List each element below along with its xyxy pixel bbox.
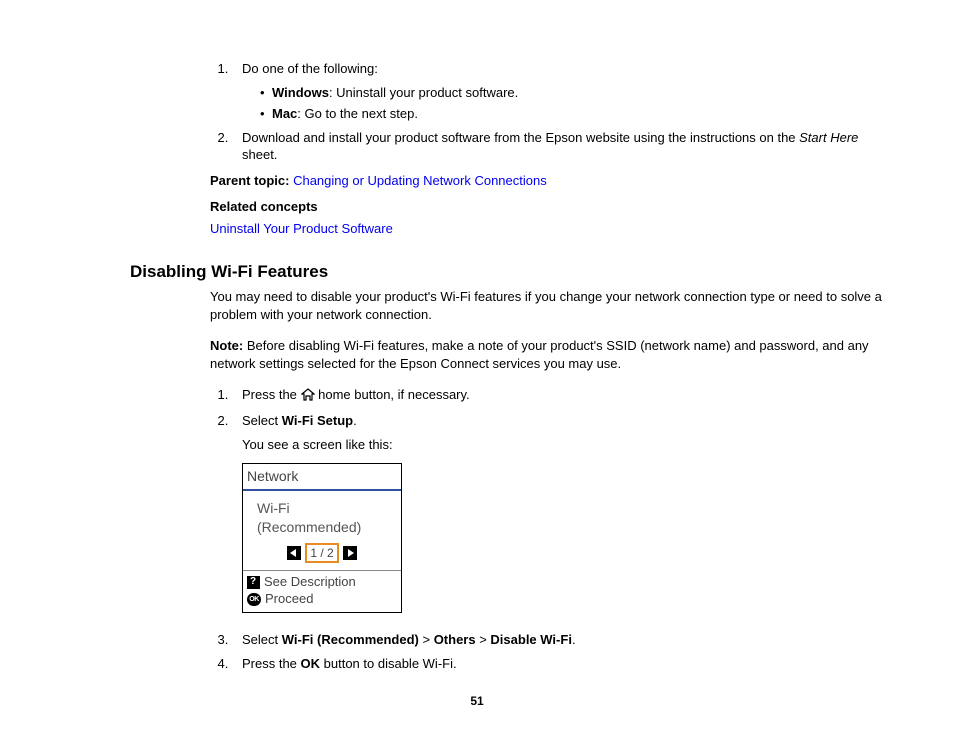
menu-item: Others xyxy=(434,632,476,647)
page-number: 51 xyxy=(0,694,954,708)
step-text: Download and install your product softwa… xyxy=(242,130,799,145)
step-text: sheet. xyxy=(242,147,277,162)
step-text: . xyxy=(572,632,576,647)
lcd-option-line: (Recommended) xyxy=(257,518,397,537)
related-concepts-link[interactable]: Uninstall Your Product Software xyxy=(210,221,393,236)
related-concepts-label: Related concepts xyxy=(210,198,884,216)
note-paragraph: Note: Before disabling Wi-Fi features, m… xyxy=(210,337,884,372)
help-icon xyxy=(247,576,260,589)
menu-item: Wi-Fi (Recommended) xyxy=(282,632,419,647)
lcd-footer-text: See Description xyxy=(264,574,356,591)
menu-item: Wi-Fi Setup xyxy=(282,413,353,428)
page-indicator: 1 / 2 xyxy=(305,543,338,563)
button-name: OK xyxy=(301,656,321,671)
sep: > xyxy=(476,632,491,647)
list-item: Do one of the following: Windows: Uninst… xyxy=(232,60,884,123)
home-icon xyxy=(301,388,315,406)
step-followup: You see a screen like this: xyxy=(242,436,884,454)
os-label: Windows xyxy=(272,85,329,100)
arrow-left-icon xyxy=(287,546,301,560)
lcd-pager: 1 / 2 xyxy=(243,543,401,571)
procedure-list-1: Do one of the following: Windows: Uninst… xyxy=(210,60,884,164)
step-text: Press the xyxy=(242,387,301,402)
os-text: : Go to the next step. xyxy=(297,106,418,121)
procedure-list-2: Press the home button, if necessary. Sel… xyxy=(210,386,884,672)
step-text: home button, if necessary. xyxy=(315,387,470,402)
lcd-footer-text: Proceed xyxy=(265,591,313,608)
doc-title: Start Here xyxy=(799,130,858,145)
list-item: Select Wi-Fi (Recommended) > Others > Di… xyxy=(232,631,884,649)
intro-paragraph: You may need to disable your product's W… xyxy=(210,288,884,323)
list-item: Press the home button, if necessary. xyxy=(232,386,884,406)
step-text: Select xyxy=(242,632,282,647)
list-item: Download and install your product softwa… xyxy=(232,129,884,164)
parent-topic-link[interactable]: Changing or Updating Network Connections xyxy=(293,173,547,188)
sep: > xyxy=(419,632,434,647)
os-text: : Uninstall your product software. xyxy=(329,85,518,100)
step-text: Do one of the following: xyxy=(242,61,378,76)
lcd-screenshot: Network Wi-Fi (Recommended) 1 / 2 xyxy=(242,463,402,613)
lcd-option: Wi-Fi (Recommended) xyxy=(243,491,401,543)
ok-icon: OK xyxy=(247,593,261,606)
sub-bullet-list: Windows: Uninstall your product software… xyxy=(242,84,884,123)
arrow-right-icon xyxy=(343,546,357,560)
list-item: Select Wi-Fi Setup. You see a screen lik… xyxy=(232,412,884,613)
note-text: Before disabling Wi-Fi features, make a … xyxy=(210,338,869,371)
lcd-option-line: Wi-Fi xyxy=(257,499,397,518)
step-text: . xyxy=(353,413,357,428)
os-label: Mac xyxy=(272,106,297,121)
lcd-header: Network xyxy=(243,464,401,491)
step-text: Press the xyxy=(242,656,301,671)
step-text: button to disable Wi-Fi. xyxy=(320,656,457,671)
menu-item: Disable Wi-Fi xyxy=(490,632,572,647)
list-item: Windows: Uninstall your product software… xyxy=(260,84,884,102)
step-text: Select xyxy=(242,413,282,428)
list-item: Mac: Go to the next step. xyxy=(260,105,884,123)
parent-topic-line: Parent topic: Changing or Updating Netwo… xyxy=(210,172,884,190)
section-heading: Disabling Wi-Fi Features xyxy=(130,262,884,282)
note-label: Note: xyxy=(210,338,243,353)
list-item: Press the OK button to disable Wi-Fi. xyxy=(232,655,884,673)
lcd-footer: See Description OK Proceed xyxy=(243,570,401,612)
parent-topic-label: Parent topic: xyxy=(210,173,293,188)
